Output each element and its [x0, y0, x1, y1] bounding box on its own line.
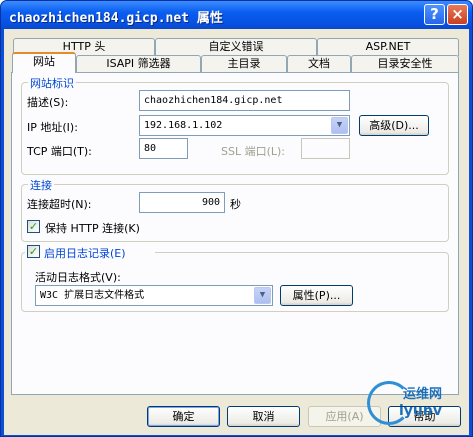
- tab-custom-errors[interactable]: 自定义错误: [155, 38, 317, 56]
- enable-logging-label[interactable]: 启用日志记录(E): [44, 245, 126, 261]
- description-label: 描述(S):: [27, 96, 69, 109]
- ssl-port-label: SSL 端口(L):: [221, 145, 286, 158]
- log-properties-button[interactable]: 属性(P)...: [280, 285, 353, 306]
- dialog-client: HTTP 头 自定义错误 ASP.NET 网站 ISAPI 筛选器 主目录 文档…: [4, 29, 469, 435]
- tab-isapi-filters[interactable]: ISAPI 筛选器: [76, 55, 201, 73]
- ssl-port-input[interactable]: [301, 138, 350, 159]
- connections-legend: 连接: [28, 177, 54, 193]
- keepalive-checkbox[interactable]: ✓: [27, 220, 40, 233]
- title-bar[interactable]: chaozhichen184.gicp.net 属性 ? ×: [1, 1, 472, 29]
- log-format-value: W3C 扩展日志文件格式: [40, 290, 145, 301]
- close-icon[interactable]: ×: [447, 4, 468, 25]
- chevron-down-icon[interactable]: ▼: [331, 117, 348, 134]
- watermark-text-cn: 运维网: [403, 387, 443, 402]
- advanced-button[interactable]: 高级(D)...: [359, 115, 429, 136]
- logging-group: ✓ 启用日志记录(E) 活动日志格式(V): W3C 扩展日志文件格式 ▼ 属性…: [21, 245, 449, 312]
- chevron-down-icon[interactable]: ▼: [254, 287, 271, 304]
- enable-logging-checkbox[interactable]: ✓: [27, 245, 40, 258]
- log-format-select[interactable]: W3C 扩展日志文件格式 ▼: [35, 285, 273, 306]
- ip-address-label: IP 地址(I):: [27, 121, 78, 134]
- tab-website[interactable]: 网站: [12, 52, 76, 73]
- tcp-port-label: TCP 端口(T):: [27, 145, 92, 158]
- logging-legend: ✓ 启用日志记录(E): [25, 245, 155, 261]
- ip-address-select[interactable]: 192.168.1.102 ▼: [139, 115, 350, 136]
- tab-directory-security[interactable]: 目录安全性: [351, 55, 459, 73]
- site-watermark-logo: 运维网 iyunv: [363, 379, 471, 435]
- connection-timeout-label: 连接超时(N):: [27, 198, 92, 211]
- log-format-label: 活动日志格式(V):: [35, 271, 121, 284]
- watermark-text-en: iyunv: [399, 403, 442, 419]
- site-identity-legend: 网站标识: [28, 75, 76, 91]
- timeout-unit-label: 秒: [230, 198, 241, 211]
- connection-timeout-input[interactable]: 900: [139, 192, 225, 213]
- tcp-port-input[interactable]: 80: [139, 138, 188, 159]
- tab-home-directory[interactable]: 主目录: [201, 55, 287, 73]
- window-title: chaozhichen184.gicp.net 属性: [9, 11, 223, 26]
- keepalive-label[interactable]: 保持 HTTP 连接(K): [45, 220, 140, 236]
- connections-group: 连接 连接超时(N): 900 秒 ✓ 保持 HTTP 连接(K): [21, 177, 449, 242]
- ip-address-value: 192.168.1.102: [144, 120, 223, 131]
- tab-aspnet[interactable]: ASP.NET: [317, 38, 459, 56]
- website-tab-panel: 网站标识 描述(S): chaozhichen184.gicp.net IP 地…: [11, 72, 459, 395]
- properties-window: chaozhichen184.gicp.net 属性 ? × HTTP 头 自定…: [0, 0, 473, 437]
- description-input[interactable]: chaozhichen184.gicp.net: [139, 90, 350, 111]
- help-icon[interactable]: ?: [424, 4, 445, 25]
- site-identity-group: 网站标识 描述(S): chaozhichen184.gicp.net IP 地…: [21, 75, 449, 175]
- cancel-button[interactable]: 取消: [227, 406, 300, 427]
- ok-button[interactable]: 确定: [147, 406, 220, 427]
- tab-documents[interactable]: 文档: [287, 55, 351, 73]
